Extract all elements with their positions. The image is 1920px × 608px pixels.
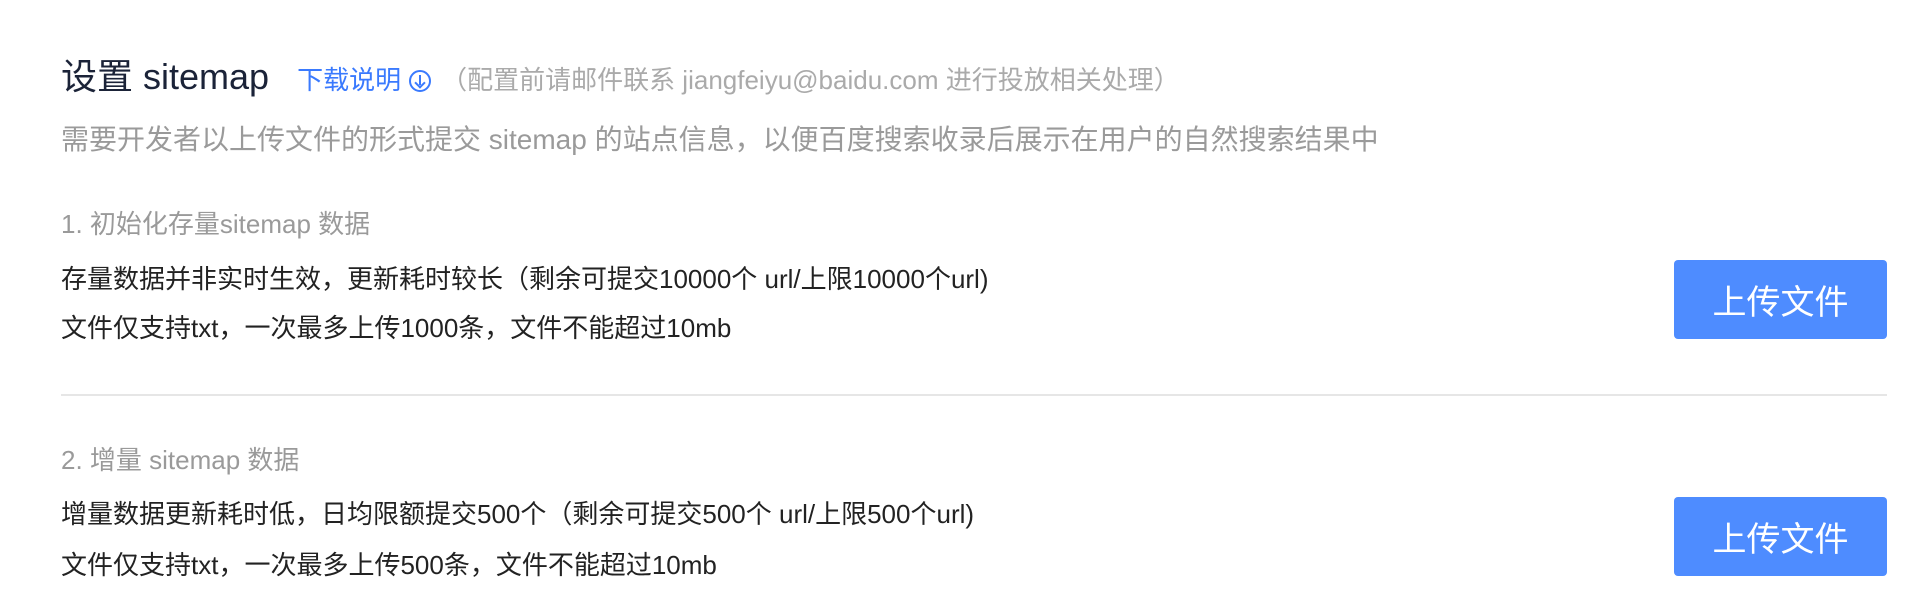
section-2-file-limits: 文件仅支持txt，一次最多上传500条，文件不能超过10mb xyxy=(61,550,717,580)
page-title: 设置 sitemap xyxy=(61,56,270,97)
section-1-description: 存量数据并非实时生效，更新耗时较长（剩余可提交10000个 url/上限1000… xyxy=(61,264,989,294)
page-subtitle: 需要开发者以上传文件的形式提交 sitemap 的站点信息，以便百度搜索收录后展… xyxy=(61,124,1379,155)
upload-file-button-incremental[interactable]: 上传文件 xyxy=(1674,497,1887,576)
section-2-description: 增量数据更新耗时低，日均限额提交500个（剩余可提交500个 url/上限500… xyxy=(61,499,975,529)
download-instructions-link[interactable]: 下载说明 xyxy=(297,60,432,97)
divider xyxy=(61,394,1887,396)
section-1-file-limits: 文件仅支持txt，一次最多上传1000条，文件不能超过10mb xyxy=(61,313,732,343)
header: 设置 sitemap 下载说明 （配置前请邮件联系 jiangfeiyu@bai… xyxy=(61,48,1180,100)
download-link-label: 下载说明 xyxy=(297,65,402,95)
upload-file-button-initial[interactable]: 上传文件 xyxy=(1674,260,1887,339)
download-circle-icon xyxy=(409,69,432,92)
section-2-label: 2. 增量 sitemap 数据 xyxy=(61,445,300,475)
section-1-label: 1. 初始化存量sitemap 数据 xyxy=(61,209,371,239)
contact-note: （配置前请邮件联系 jiangfeiyu@baidu.com 进行投放相关处理） xyxy=(441,65,1180,95)
